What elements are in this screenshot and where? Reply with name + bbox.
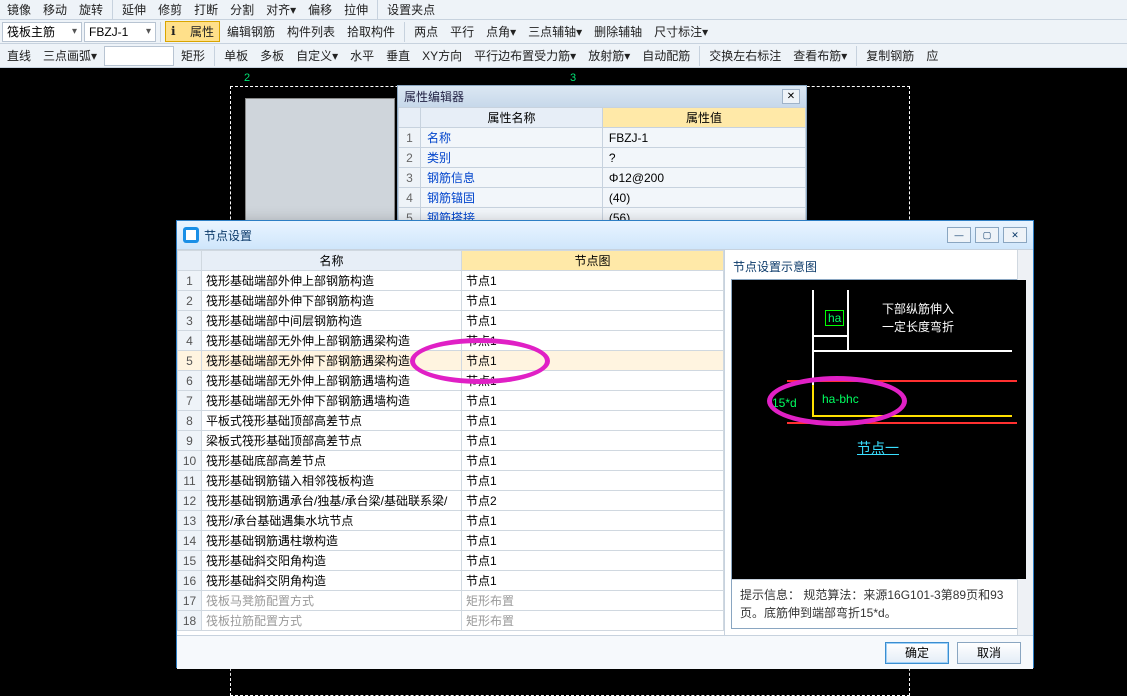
table-row[interactable]: 8平板式筏形基础顶部高差节点节点1 [178,411,724,431]
col-attrname: 属性名称 [421,108,603,128]
diag-ha: ha [825,310,844,326]
table-row[interactable]: 15筏形基础斜交阳角构造节点1 [178,551,724,571]
toolbar-2: 直线 三点画弧▾ 矩形 单板 多板 自定义▾ 水平 垂直 XY方向 平行边布置受… [0,44,1127,68]
btn-xy[interactable]: XY方向 [417,46,467,65]
btn-vertical[interactable]: 垂直 [381,46,415,65]
btn-two-points[interactable]: 两点 [409,22,443,41]
ok-button[interactable]: 确定 [885,642,949,664]
table-row[interactable]: 9梁板式筏形基础顶部高差节点节点1 [178,431,724,451]
menu-align[interactable]: 对齐▾ [261,0,301,19]
toolbar-1: 筏板主筋 FBZJ-1 ℹ属性 编辑钢筋 构件列表 拾取构件 两点 平行 点角▾… [0,20,1127,44]
btn-parallel-edge[interactable]: 平行边布置受力筋▾ [469,46,581,65]
btn-auto-rebar[interactable]: 自动配筋 [637,46,695,65]
btn-three-point-axis[interactable]: 三点辅轴▾ [523,22,587,41]
menu-stretch[interactable]: 拉伸 [339,0,373,19]
btn-rect[interactable]: 矩形 [176,46,210,65]
axis-num-2: 2 [244,72,250,84]
table-row[interactable]: 5筏形基础端部无外伸下部钢筋遇梁构造节点1 [178,351,724,371]
cancel-button[interactable]: 取消 [957,642,1021,664]
btn-arc[interactable]: 三点画弧▾ [38,46,102,65]
menu-mirror[interactable]: 镜像 [2,0,36,19]
btn-parallel[interactable]: 平行 [445,22,479,41]
table-row[interactable]: 10筏形基础底部高差节点节点1 [178,451,724,471]
node-table: 名称节点图 1筏形基础端部外伸上部钢筋构造节点12筏形基础端部外伸下部钢筋构造节… [177,250,724,631]
btn-view-rebar[interactable]: 查看布筋▾ [788,46,852,65]
property-editor-title: 属性编辑器 [404,88,782,105]
dialog-close[interactable]: ✕ [1003,227,1027,243]
diag-nodelabel: 节点一 [857,438,899,458]
table-row[interactable]: 12筏形基础钢筋遇承台/独基/承台梁/基础联系梁/节点2 [178,491,724,511]
btn-swap-dim[interactable]: 交换左右标注 [704,46,786,65]
col-name: 名称 [202,251,462,271]
dialog-title: 节点设置 [204,227,252,244]
col-attrval: 属性值 [602,108,805,128]
dialog-icon [183,227,199,243]
hint: 提示信息： 规范算法：来源16G101-3第89页和93页。底筋伸到端部弯折15… [732,579,1026,628]
menu-rotate[interactable]: 旋转 [74,0,108,19]
diag-formula: ha-bhc [822,392,859,406]
col-node: 节点图 [462,251,724,271]
table-row[interactable]: 2筏形基础端部外伸下部钢筋构造节点1 [178,291,724,311]
node-diagram: ha 下部纵筋伸入 一定长度弯折 ha-bhc 15*d 节点一 [732,280,1026,579]
btn-copy-rebar[interactable]: 复制钢筋 [861,46,919,65]
btn-attributes[interactable]: ℹ属性 [165,21,220,42]
menu-grip[interactable]: 设置夹点 [382,0,440,19]
btn-component-list[interactable]: 构件列表 [282,22,340,41]
preview-box: ha 下部纵筋伸入 一定长度弯折 ha-bhc 15*d 节点一 提示信息： 规… [731,279,1027,629]
btn-pick-component[interactable]: 拾取构件 [342,22,400,41]
table-row[interactable]: 1筏形基础端部外伸上部钢筋构造节点1 [178,271,724,291]
dialog-titlebar[interactable]: 节点设置 — ▢ ✕ [177,221,1033,249]
info-icon: ℹ [171,24,187,40]
property-table[interactable]: 属性名称属性值 1名称FBZJ-1 2类别? 3钢筋信息Φ12@200 4钢筋锚… [398,107,806,228]
btn-line[interactable]: 直线 [2,46,36,65]
table-row[interactable]: 17筏板马凳筋配置方式矩形布置 [178,591,724,611]
btn-horizontal[interactable]: 水平 [345,46,379,65]
table-row[interactable]: 13筏形/承台基础遇集水坑节点节点1 [178,511,724,531]
table-row[interactable]: 18筏板拉筋配置方式矩形布置 [178,611,724,631]
dialog-max[interactable]: ▢ [975,227,999,243]
btn-radial[interactable]: 放射筋▾ [583,46,635,65]
property-editor: 属性编辑器 ✕ 属性名称属性值 1名称FBZJ-1 2类别? 3钢筋信息Φ12@… [397,85,807,229]
table-row[interactable]: 14筏形基础钢筋遇柱墩构造节点1 [178,531,724,551]
dd-rebar-type[interactable]: 筏板主筋 [2,22,82,42]
btn-point-angle[interactable]: 点角▾ [481,22,521,41]
node-settings-dialog: 节点设置 — ▢ ✕ 名称节点图 1筏形基础端部外伸上部钢筋构造节点12筏形基础… [176,220,1034,668]
menu-trim[interactable]: 修剪 [153,0,187,19]
input-quick[interactable] [104,46,174,66]
dd-member[interactable]: FBZJ-1 [84,22,156,42]
menu-split[interactable]: 分割 [225,0,259,19]
btn-dimension[interactable]: 尺寸标注▾ [649,22,713,41]
property-editor-close[interactable]: ✕ [782,89,800,104]
menubar: 镜像 移动 旋转 延伸 修剪 打断 分割 对齐▾ 偏移 拉伸 设置夹点 [0,0,1127,20]
table-row[interactable]: 11筏形基础钢筋锚入相邻筏板构造节点1 [178,471,724,491]
table-row[interactable]: 3筏形基础端部中间层钢筋构造节点1 [178,311,724,331]
btn-custom[interactable]: 自定义▾ [291,46,343,65]
diag-15d: 15*d [772,396,797,410]
table-row[interactable]: 7筏形基础端部无外伸下部钢筋遇墙构造节点1 [178,391,724,411]
table-row[interactable]: 16筏形基础斜交阴角构造节点1 [178,571,724,591]
axis-num-3: 3 [570,72,576,84]
menu-extend[interactable]: 延伸 [117,0,151,19]
dialog-right: 节点设置示意图 ha 下部纵筋伸入 一定长度弯折 ha-bhc 15*d [725,250,1033,635]
node-table-wrap[interactable]: 名称节点图 1筏形基础端部外伸上部钢筋构造节点12筏形基础端部外伸下部钢筋构造节… [177,250,725,635]
dialog-min[interactable]: — [947,227,971,243]
btn-single-board[interactable]: 单板 [219,46,253,65]
btn-multi-board[interactable]: 多板 [255,46,289,65]
preview-title: 节点设置示意图 [731,256,1027,279]
menu-move[interactable]: 移动 [38,0,72,19]
btn-edit-rebar[interactable]: 编辑钢筋 [222,22,280,41]
menu-offset[interactable]: 偏移 [303,0,337,19]
table-row[interactable]: 4筏形基础端部无外伸上部钢筋遇梁构造节点1 [178,331,724,351]
menu-break[interactable]: 打断 [189,0,223,19]
panel-stub-left [245,98,395,228]
btn-app[interactable]: 应 [921,46,943,65]
table-row[interactable]: 6筏形基础端部无外伸上部钢筋遇墙构造节点1 [178,371,724,391]
btn-delete-axis[interactable]: 删除辅轴 [589,22,647,41]
